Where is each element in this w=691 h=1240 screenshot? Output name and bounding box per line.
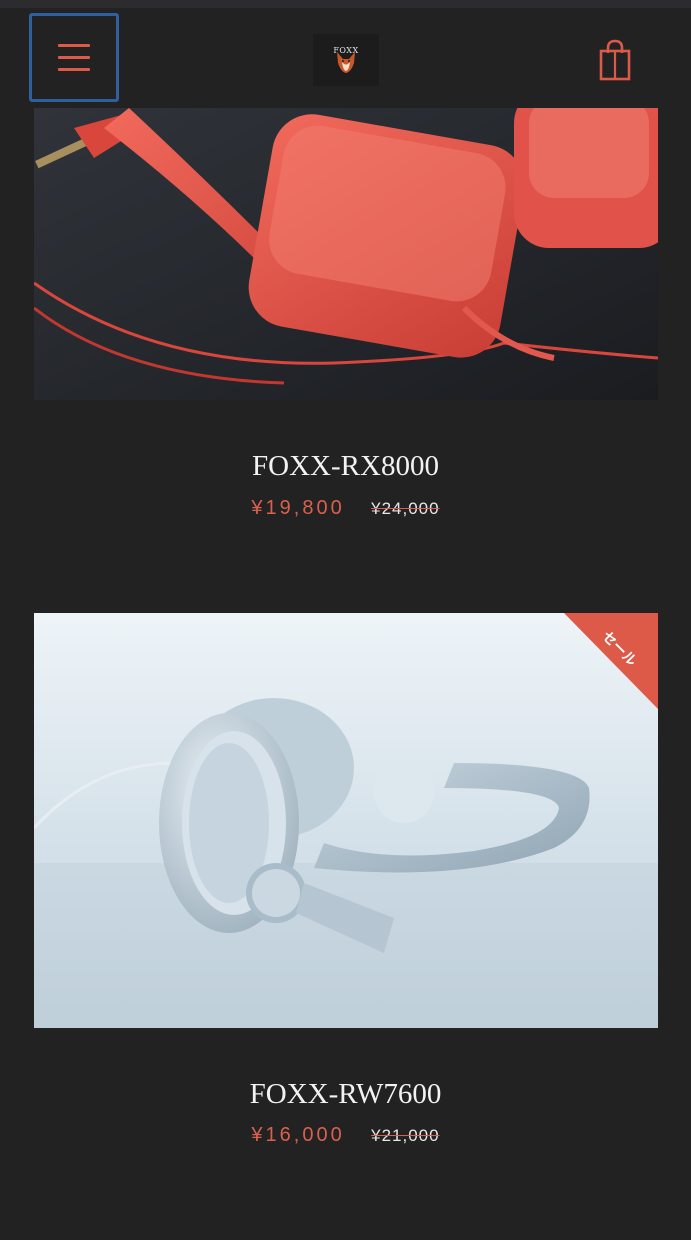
product-card[interactable] [34,108,658,400]
cart-button[interactable] [598,39,632,81]
product-image[interactable]: セール [34,613,658,1028]
hamburger-menu-icon [58,44,90,47]
price-row: ¥19,800 ¥24,000 [0,497,691,520]
brand-logo[interactable]: FOXX [313,34,379,86]
product-name[interactable]: FOXX-RW7600 [0,1078,691,1111]
top-edge [0,0,691,8]
sale-price: ¥16,000 [251,1124,345,1146]
white-headphones-photo: セール [34,613,658,1028]
shopping-bag-icon [599,39,631,81]
logo-text: FOXX [333,45,359,55]
product-name[interactable]: FOXX-RX8000 [0,450,691,483]
product-image[interactable] [34,108,658,400]
menu-button[interactable] [29,13,119,102]
price-row: ¥16,000 ¥21,000 [0,1124,691,1147]
red-headphones-photo [34,108,658,400]
original-price: ¥24,000 [371,499,440,518]
site-header: FOXX [0,8,691,108]
sale-price: ¥19,800 [251,497,345,519]
product-card[interactable]: セール [34,613,658,1028]
original-price: ¥21,000 [371,1126,440,1145]
